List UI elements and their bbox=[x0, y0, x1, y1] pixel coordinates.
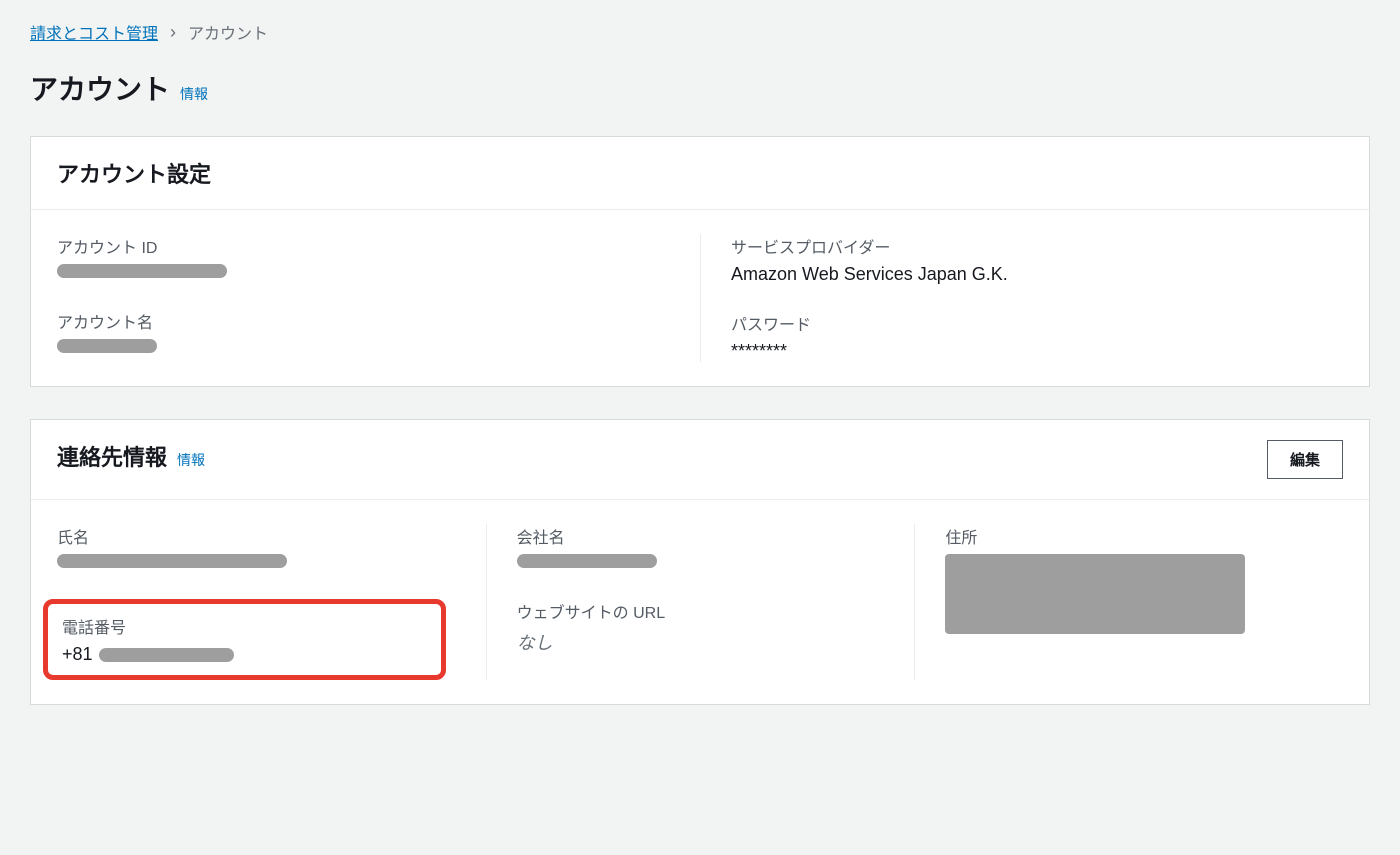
phone-prefix: +81 bbox=[62, 644, 93, 665]
password-value: ******** bbox=[731, 341, 1343, 362]
name-field: 氏名 bbox=[57, 524, 486, 573]
address-label: 住所 bbox=[945, 524, 1343, 548]
breadcrumb-root-link[interactable]: 請求とコスト管理 bbox=[30, 20, 158, 44]
breadcrumb: 請求とコスト管理 › アカウント bbox=[30, 20, 1370, 44]
website-value: なし bbox=[517, 629, 915, 655]
chevron-right-icon: › bbox=[170, 22, 176, 43]
service-provider-field: サービスプロバイダー Amazon Web Services Japan G.K… bbox=[731, 234, 1343, 285]
company-label: 会社名 bbox=[517, 524, 915, 548]
address-value-redacted bbox=[945, 554, 1245, 634]
name-value-redacted bbox=[57, 554, 287, 568]
phone-field: 電話番号 +81 bbox=[62, 614, 427, 665]
company-field: 会社名 bbox=[517, 524, 915, 573]
service-provider-value: Amazon Web Services Japan G.K. bbox=[731, 264, 1343, 285]
website-label: ウェブサイトの URL bbox=[517, 599, 915, 623]
address-field: 住所 bbox=[945, 524, 1343, 639]
account-name-value-redacted bbox=[57, 339, 157, 353]
page-info-link[interactable]: 情報 bbox=[180, 84, 208, 104]
account-name-label: アカウント名 bbox=[57, 309, 700, 333]
page-title: アカウント bbox=[30, 68, 170, 108]
name-label: 氏名 bbox=[57, 524, 486, 548]
company-value-redacted bbox=[517, 554, 657, 568]
account-id-field: アカウント ID bbox=[57, 234, 700, 283]
contact-info-card: 連絡先情報 情報 編集 氏名 電話番号 +81 bbox=[30, 419, 1370, 705]
phone-highlight-box: 電話番号 +81 bbox=[43, 599, 446, 680]
edit-button[interactable]: 編集 bbox=[1267, 440, 1343, 479]
contact-info-link[interactable]: 情報 bbox=[177, 450, 205, 470]
account-settings-header: アカウント設定 bbox=[31, 137, 1369, 210]
contact-info-title: 連絡先情報 bbox=[57, 440, 167, 472]
phone-value-redacted bbox=[99, 648, 234, 662]
account-id-label: アカウント ID bbox=[57, 234, 700, 258]
account-id-value-redacted bbox=[57, 264, 227, 278]
contact-info-header: 連絡先情報 情報 編集 bbox=[31, 420, 1369, 500]
page-title-row: アカウント 情報 bbox=[30, 68, 1370, 108]
account-settings-title: アカウント設定 bbox=[57, 157, 211, 189]
password-field: パスワード ******** bbox=[731, 311, 1343, 362]
account-name-field: アカウント名 bbox=[57, 309, 700, 358]
phone-label: 電話番号 bbox=[62, 614, 427, 638]
breadcrumb-current: アカウント bbox=[188, 20, 268, 44]
website-field: ウェブサイトの URL なし bbox=[517, 599, 915, 655]
account-settings-card: アカウント設定 アカウント ID アカウント名 サービスプロバイダー Amazo… bbox=[30, 136, 1370, 387]
service-provider-label: サービスプロバイダー bbox=[731, 234, 1343, 258]
password-label: パスワード bbox=[731, 311, 1343, 335]
